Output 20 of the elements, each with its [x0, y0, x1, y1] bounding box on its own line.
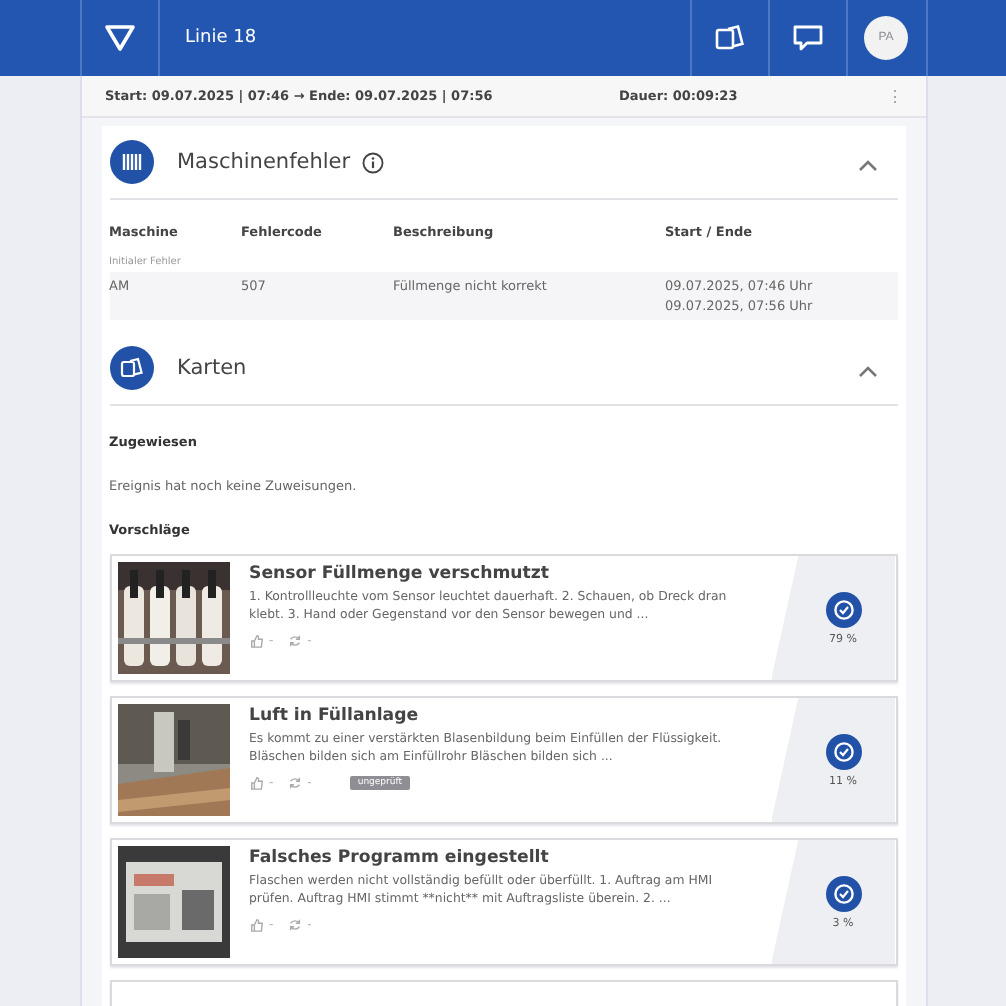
chevron-icon[interactable]	[857, 365, 877, 377]
info-icon[interactable]	[362, 151, 385, 173]
thumb-up-icon	[249, 775, 263, 790]
cards-icon	[109, 346, 153, 390]
refresh-icon	[287, 633, 302, 648]
card-title: Falsches Programm eingestellt	[249, 848, 551, 868]
card-title: Luft in Füllanlage	[249, 706, 421, 726]
thumb-up-icon	[249, 633, 263, 648]
thumb-up-icon	[249, 917, 263, 932]
card-title: Sensor Füllmenge verschmutzt	[249, 564, 551, 584]
chevron-icon[interactable]	[857, 159, 877, 171]
section-title: Karten	[177, 356, 247, 380]
check-icon[interactable]	[825, 733, 861, 769]
line-title: Linie 18	[185, 28, 257, 48]
check-icon[interactable]	[825, 875, 861, 911]
section-title: Maschinenfehler	[177, 150, 351, 174]
refresh-icon	[287, 917, 302, 932]
check-icon[interactable]	[825, 591, 861, 627]
barcode-icon	[109, 140, 153, 184]
refresh-icon	[287, 775, 302, 790]
